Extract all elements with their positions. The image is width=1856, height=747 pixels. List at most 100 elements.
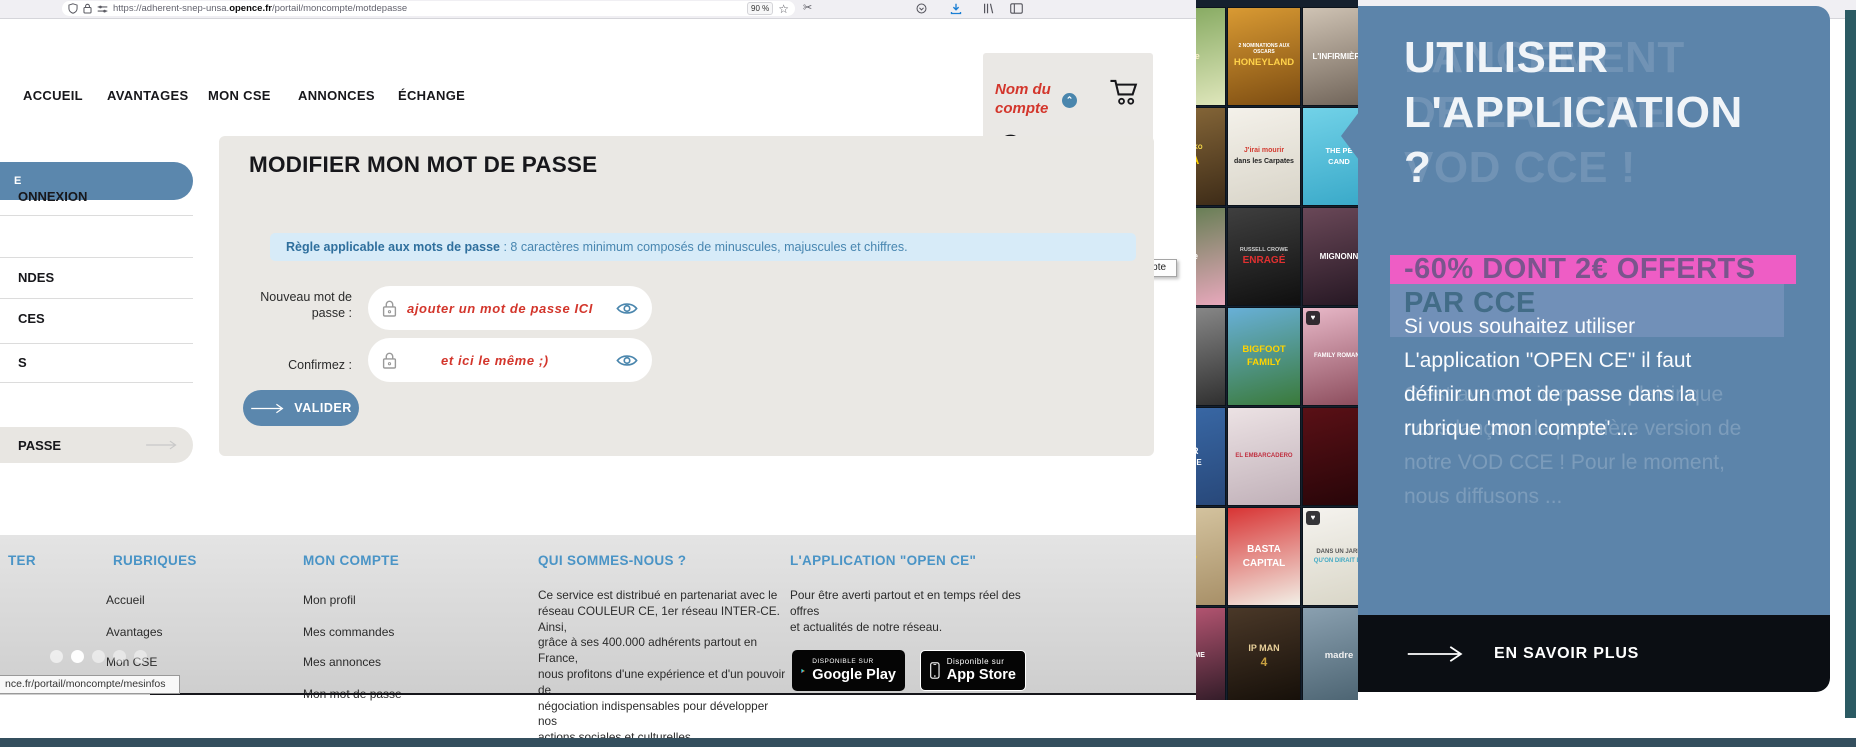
movie-poster[interactable]: RUSSELL CROWE ENRAGÉ [1228,208,1300,305]
sidebar-item-mot-de-passe[interactable]: PASSE [0,427,193,463]
chevron-up-icon[interactable]: ⌃ [1062,93,1077,108]
bottom-edge-bar [0,738,1856,747]
poster-title: 2 NOMINATIONS AUX OSCARS [1238,43,1290,56]
google-play-icon [801,668,805,673]
pocket-icon[interactable] [916,3,927,14]
poster-title: CER [1196,446,1199,456]
promo-offer-ghost-line1: -60% DONT 2€ OFFERTS [1404,253,1756,285]
favorite-heart-icon[interactable]: ♥ [1306,311,1320,325]
movie-poster[interactable]: nette [1196,8,1225,105]
lock-icon [382,300,397,317]
carousel-dot-active[interactable] [71,650,84,663]
carousel-dot[interactable] [113,650,126,663]
movie-poster[interactable]: E FEMME [1196,608,1225,700]
poster-title: FAMILY [1247,356,1281,368]
lock-icon[interactable] [83,3,92,14]
permissions-icon[interactable] [97,4,108,14]
valider-button[interactable]: VALIDER [243,390,359,426]
new-password-field[interactable]: ajouter un mot de passe ICI [368,286,652,330]
carousel-dots[interactable] [50,650,147,663]
address-bar[interactable]: https://adherent-snep-unsa.opence.fr/por… [62,1,795,16]
footer-about-text: Ce service est distribué en partenariat … [538,588,786,744]
poster-title: Fille [1196,251,1198,261]
poster-title: L'INFIRMIÈRE [1312,51,1358,61]
page-title: MODIFIER MON MOT DE PASSE [249,152,598,177]
badge-bottom-text: Google Play [812,666,896,683]
carousel-dot[interactable] [92,650,105,663]
poster-title: dans les Carpates [1234,157,1294,165]
shield-icon[interactable] [68,3,78,14]
poster-title: EL EMBARCADERO [1235,453,1293,460]
footer-link-mes-annonces[interactable]: Mes annonces [303,655,381,669]
movie-poster[interactable]: 2 NOMINATIONS AUX OSCARS HONEYLAND [1228,8,1300,105]
rule-label: Règle applicable aux mots de passe [286,240,500,254]
poster-title: IP MAN [1248,643,1280,654]
page-bottom-edge [150,693,1196,695]
poster-title: FAMILY ROMANC [1313,353,1358,360]
sidebar-item-connexion[interactable]: ONNEXION [18,189,87,204]
sidebar-toggle-icon[interactable] [1010,3,1023,14]
show-password-eye-icon[interactable] [616,353,638,368]
movie-poster[interactable]: MEPES,UF [1196,508,1225,605]
nav-accueil[interactable]: ACCUEIL [23,88,83,103]
movie-poster[interactable] [1303,408,1358,505]
favorite-heart-icon[interactable]: ♥ [1306,511,1320,525]
password-card [219,136,1154,456]
poster-title: BAMAKO [1196,145,1203,152]
movie-poster[interactable]: CER RIQUE [1196,408,1225,505]
movie-poster[interactable]: FAMILY ROMANC ♥ [1303,308,1358,405]
footer-heading-rubriques: RUBRIQUES [113,553,197,568]
footer-link-avantages[interactable]: Avantages [106,625,163,639]
footer-link-mes-commandes[interactable]: Mes commandes [303,625,394,639]
panel-arrow-notch [1341,112,1359,160]
carousel-dot[interactable] [134,650,147,663]
bookmark-star-icon[interactable]: ☆ [778,3,789,15]
screenshot-scissors-icon[interactable]: ✂ [803,3,812,14]
nav-echange[interactable]: ÉCHANGE [398,88,465,103]
poster-title: nette [1196,51,1200,62]
movie-poster[interactable]: DANS UN JARD QU'ON DIRAIT ÉT ♥ [1303,508,1358,605]
movie-poster[interactable]: madre [1303,608,1358,700]
poster-title: madre [1324,650,1354,662]
sidebar-item-annonces[interactable]: CES [18,311,45,326]
movie-poster[interactable]: BAMAKOICA [1196,108,1225,205]
movie-poster[interactable]: BIGFOOT FAMILY [1228,308,1300,405]
movie-poster[interactable]: L'INFIRMIÈRE♥ [1303,8,1358,105]
sidebar-item-commandes[interactable]: NDES [18,270,54,285]
confirm-password-field[interactable]: et ici le même ;) [368,338,652,382]
poster-title: BASTA [1247,544,1281,555]
movie-poster[interactable]: Fille [1196,208,1225,305]
poster-title: 4 [1260,654,1268,669]
poster-title: J'irai mourir [1243,147,1285,155]
sidebar-item-fragment[interactable]: S [18,355,27,370]
movie-poster[interactable]: J'irai mourir dans les Carpates [1228,108,1300,205]
nav-mon-cse[interactable]: MON CSE [208,88,271,103]
promo-body-text: Si vous souhaitez utiliser L'application… [1404,315,1696,440]
poster-title: QU'ON DIRAIT ÉT [1313,557,1358,564]
cart-icon[interactable] [1108,78,1140,106]
footer-link-accueil[interactable]: Accueil [106,593,145,607]
promo-panel: LANCEMENT DE LA 1ERE VOD CCE ! UTILISER … [1341,6,1830,692]
nav-avantages[interactable]: AVANTAGES [107,88,188,103]
en-savoir-plus-button[interactable]: EN SAVOIR PLUS [1358,615,1830,692]
google-play-badge[interactable]: DISPONIBLE SUR Google Play [792,650,905,691]
show-password-eye-icon[interactable] [616,301,638,316]
valider-label: VALIDER [294,401,352,415]
poster-title: E FEMME [1196,652,1205,660]
download-icon[interactable] [950,3,962,15]
movie-poster[interactable]: IP MAN 4 [1228,608,1300,700]
url-text[interactable]: https://adherent-snep-unsa.opence.fr/por… [113,3,407,14]
divider [0,257,193,258]
footer-link-mon-profil[interactable]: Mon profil [303,593,356,607]
movie-poster[interactable]: MIGNONN [1303,208,1358,305]
nav-annonces[interactable]: ANNONCES [298,88,375,103]
library-icon[interactable] [983,3,995,14]
carousel-dot[interactable] [50,650,63,663]
arrow-right-icon [251,403,284,413]
movie-poster[interactable]: EL EMBARCADERO [1228,408,1300,505]
movie-poster[interactable]: BASTA CAPITAL [1228,508,1300,605]
zoom-level-badge[interactable]: 90 % [747,2,774,15]
app-store-badge[interactable]: Disponible sur App Store [920,650,1026,691]
movie-poster[interactable]: ITE [1196,308,1225,405]
footer-heading-mon-compte: MON COMPTE [303,553,399,568]
